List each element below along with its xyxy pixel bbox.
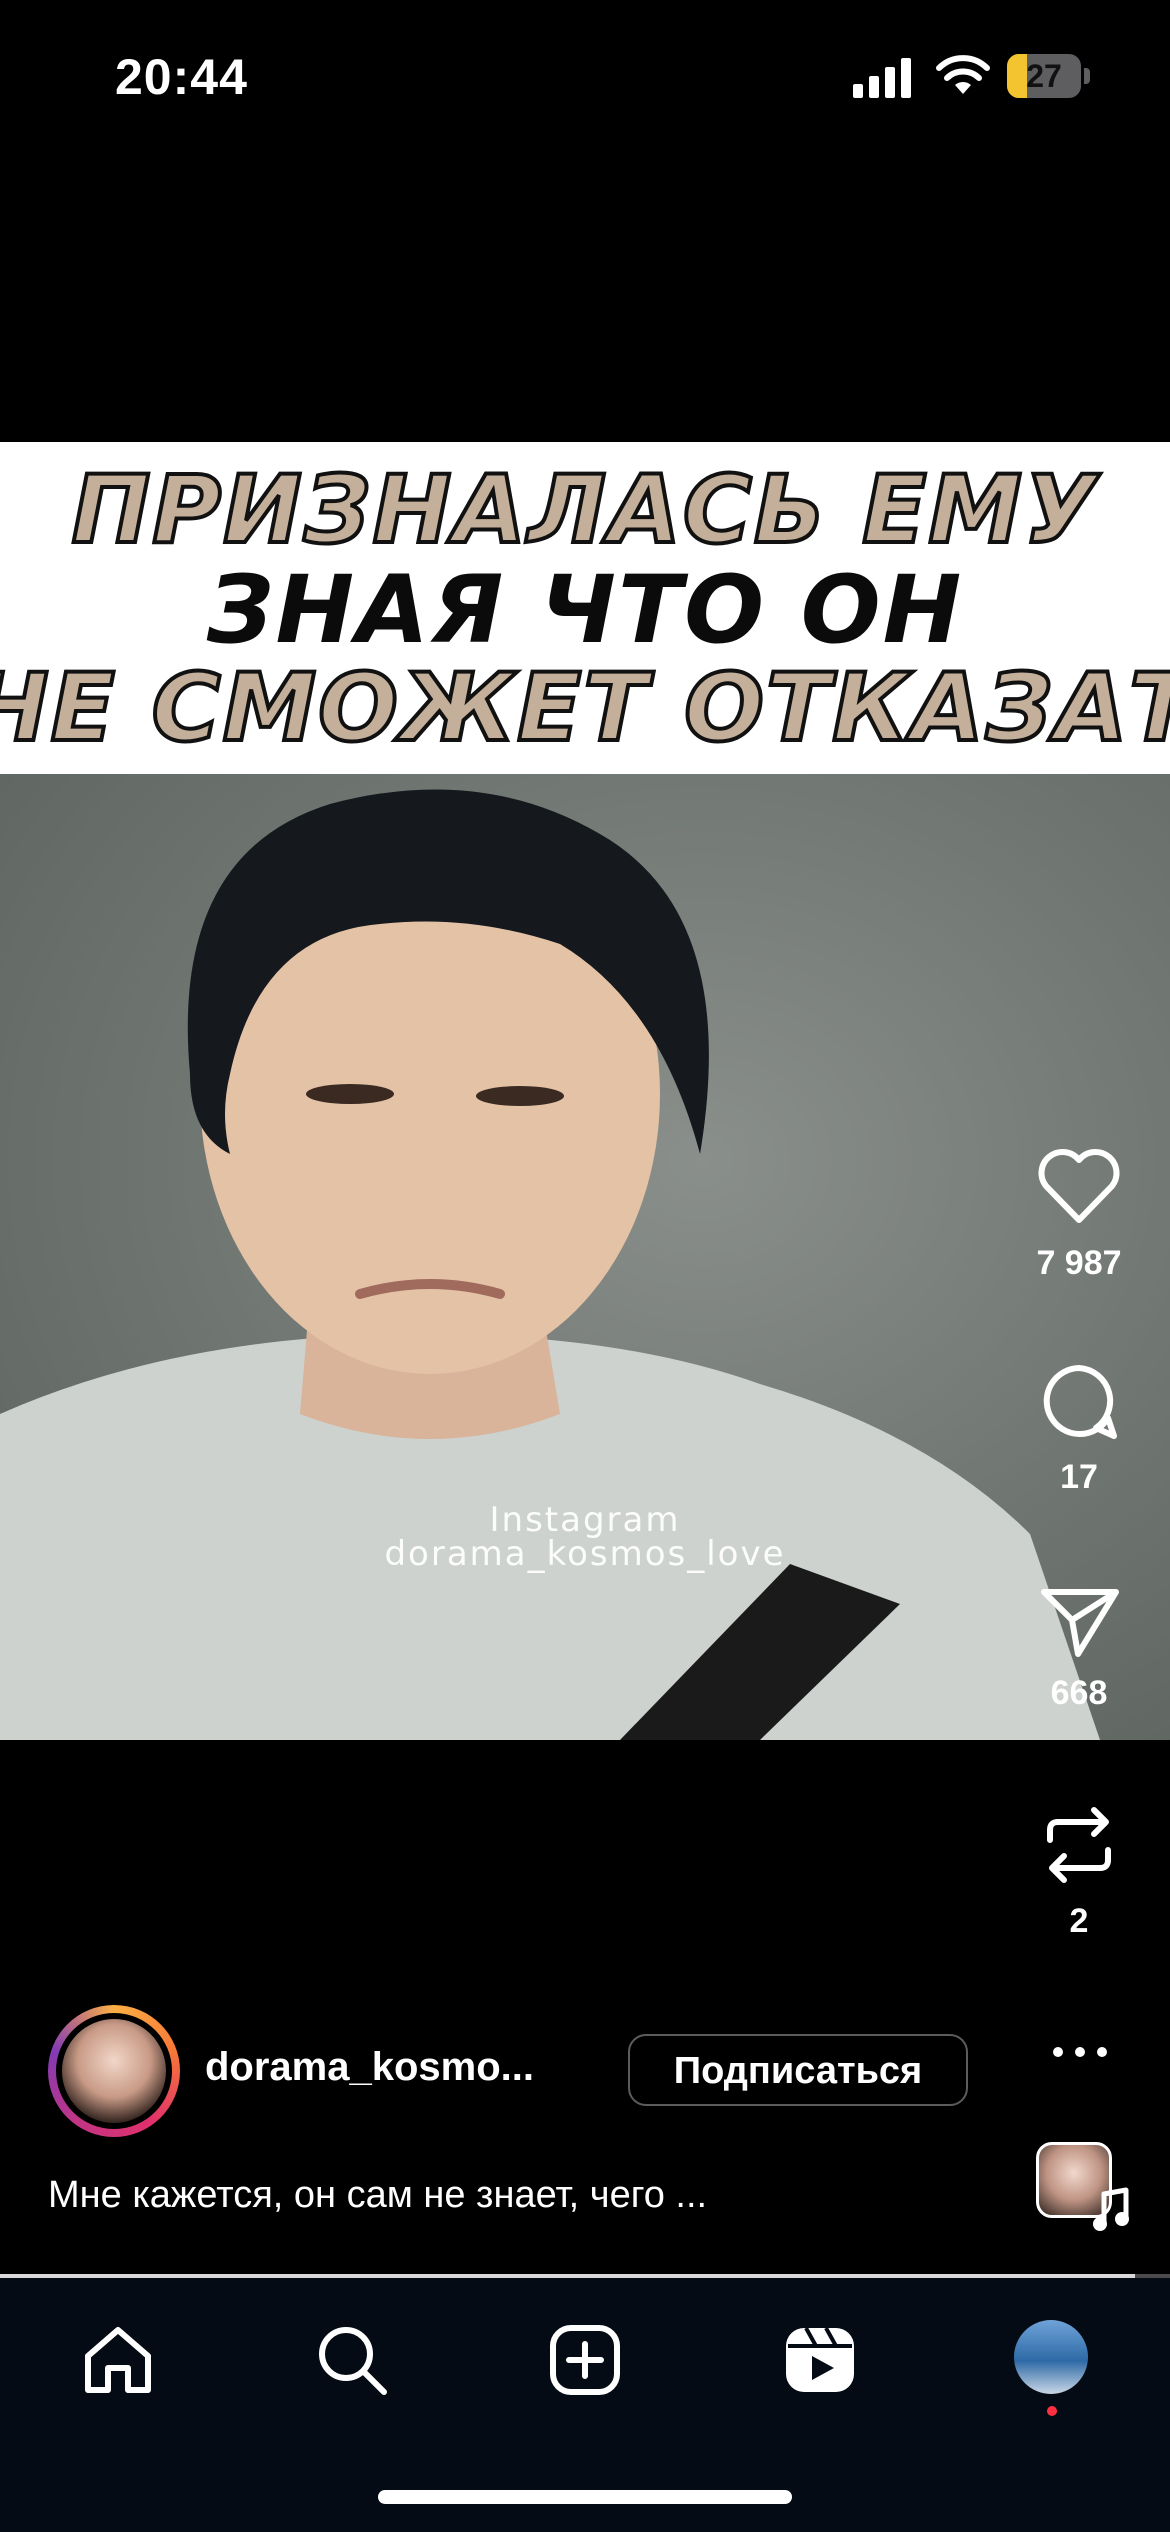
share-action[interactable]: 668 bbox=[1009, 1572, 1149, 1713]
like-count: 7 987 bbox=[1036, 1244, 1122, 1282]
status-bar: 20:44 27 bbox=[0, 0, 1170, 150]
tab-search[interactable] bbox=[312, 2320, 392, 2400]
comment-action[interactable]: 17 bbox=[1009, 1356, 1149, 1497]
battery-indicator: 27 bbox=[1007, 54, 1091, 98]
repost-icon[interactable] bbox=[1034, 1800, 1124, 1890]
video-still-person bbox=[0, 789, 1100, 1740]
repost-action[interactable]: 2 bbox=[1009, 1800, 1149, 1941]
music-note-icon bbox=[1093, 2187, 1129, 2231]
home-icon[interactable] bbox=[78, 2320, 158, 2400]
banner-line-1: ПРИЗНАЛАСЬ ЕМУ bbox=[70, 454, 1099, 567]
video-banner: ПРИЗНАЛАСЬ ЕМУ ЗНАЯ ЧТО ОН НЕ СМОЖЕТ ОТК… bbox=[0, 442, 1170, 774]
wifi-icon bbox=[936, 55, 990, 94]
banner-line-3: НЕ СМОЖЕТ ОТКАЗАТЬ bbox=[0, 652, 1170, 765]
tab-reels[interactable] bbox=[780, 2320, 860, 2400]
post-caption[interactable]: Мне кажется, он сам не знает, чего ... bbox=[48, 2174, 948, 2217]
send-paper-plane-icon[interactable] bbox=[1034, 1572, 1124, 1662]
author-avatar-photo bbox=[62, 2019, 166, 2123]
author-username[interactable]: dorama_kosmo... bbox=[205, 2045, 534, 2090]
video-frame[interactable]: Instagram dorama_kosmos_love bbox=[0, 774, 1170, 1740]
create-plus-icon[interactable] bbox=[545, 2320, 625, 2400]
repost-count: 2 bbox=[1069, 1902, 1089, 1940]
share-count: 668 bbox=[1050, 1674, 1108, 1712]
search-icon[interactable] bbox=[312, 2320, 392, 2400]
home-indicator bbox=[378, 2490, 792, 2504]
status-time: 20:44 bbox=[115, 49, 248, 105]
heart-icon[interactable] bbox=[1034, 1142, 1124, 1232]
comment-count: 17 bbox=[1060, 1458, 1098, 1496]
more-options-icon[interactable] bbox=[1050, 2040, 1110, 2064]
follow-button[interactable]: Подписаться bbox=[628, 2034, 968, 2106]
watermark-line-2: dorama_kosmos_love bbox=[384, 1534, 786, 1574]
tab-home[interactable] bbox=[78, 2320, 158, 2400]
cellular-signal-icon bbox=[853, 58, 911, 98]
banner-line-2: ЗНАЯ ЧТО ОН bbox=[206, 556, 964, 665]
battery-level: 27 bbox=[1026, 58, 1062, 94]
like-action[interactable]: 7 987 bbox=[1009, 1142, 1149, 1283]
comment-bubble-icon[interactable] bbox=[1034, 1356, 1124, 1446]
tab-create[interactable] bbox=[545, 2320, 625, 2400]
notification-dot bbox=[1047, 2406, 1057, 2416]
author-avatar[interactable] bbox=[48, 2005, 180, 2137]
tab-profile-avatar[interactable] bbox=[1014, 2320, 1088, 2394]
reels-icon[interactable] bbox=[780, 2320, 860, 2400]
